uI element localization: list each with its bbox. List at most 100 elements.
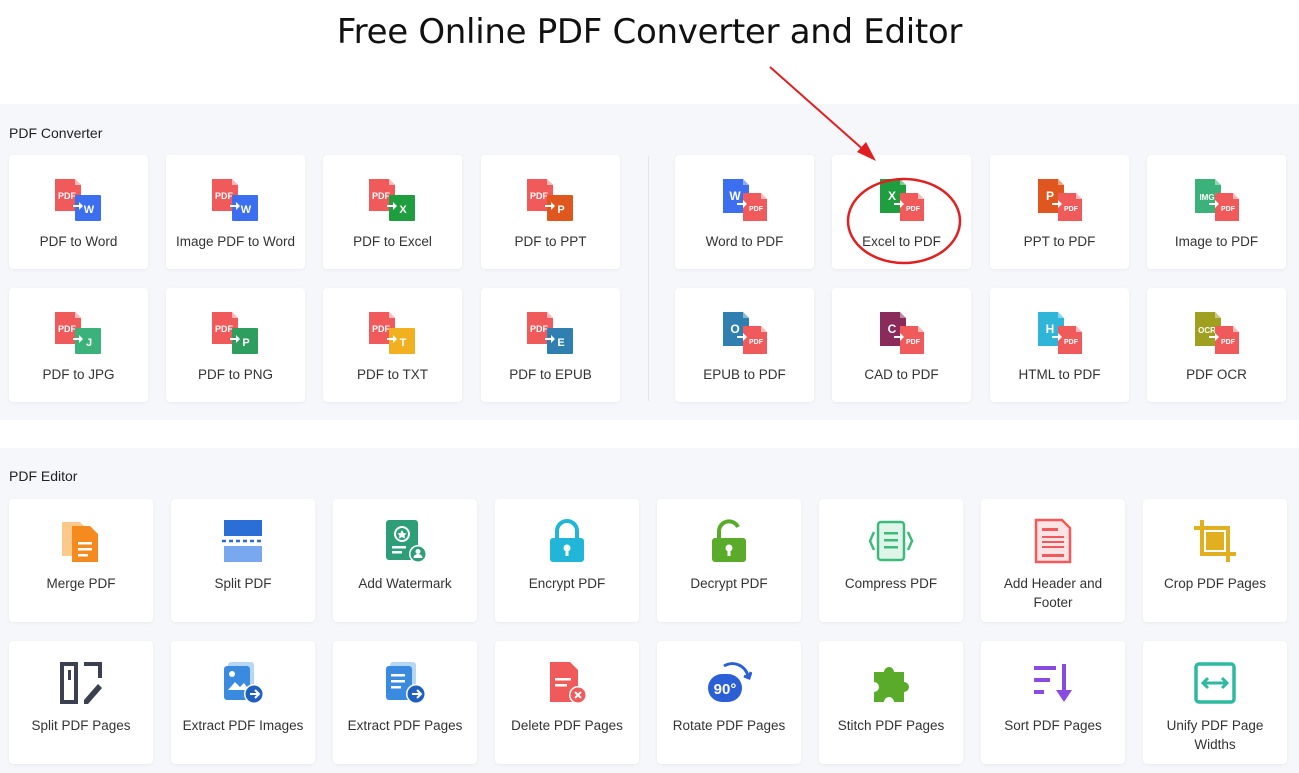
tool-label: PDF to Word	[39, 234, 118, 249]
svg-text:PDF: PDF	[372, 324, 391, 334]
tool-card[interactable]: C PDF CAD to PDF	[832, 288, 971, 402]
unlock-icon	[706, 518, 752, 564]
svg-text:P: P	[1045, 189, 1053, 203]
tool-card[interactable]: Delete PDF Pages	[495, 641, 639, 764]
tool-card[interactable]: Compress PDF	[819, 499, 963, 622]
svg-text:PDF: PDF	[215, 324, 234, 334]
tool-card[interactable]: P PDF PPT to PDF	[990, 155, 1129, 269]
tool-label: PDF to PPT	[514, 234, 587, 249]
section-title: PDF Editor	[9, 468, 78, 484]
pdf-to-excel-icon: PDF X	[368, 179, 417, 221]
tool-label: Image PDF to Word	[175, 234, 296, 249]
tool-label: Extract PDF Pages	[347, 718, 463, 733]
tool-card[interactable]: Merge PDF	[9, 499, 153, 622]
tool-card[interactable]: PDF W PDF to Word	[9, 155, 148, 269]
svg-text:PDF: PDF	[1221, 206, 1236, 213]
tool-label: Crop PDF Pages	[1163, 576, 1267, 591]
pdf-to-jpg-icon: PDF J	[54, 312, 103, 354]
tool-card[interactable]: PDF W Image PDF to Word	[166, 155, 305, 269]
pdf-to-txt-icon: PDF T	[368, 312, 417, 354]
ppt-to-pdf-icon: P PDF	[1036, 179, 1084, 221]
tool-label: Split PDF Pages	[31, 718, 131, 733]
tool-card[interactable]: Add Header and Footer	[981, 499, 1125, 622]
tool-label: Excel to PDF	[862, 234, 941, 249]
tool-card[interactable]: Sort PDF Pages	[981, 641, 1125, 764]
tool-card[interactable]: 90° Rotate PDF Pages	[657, 641, 801, 764]
tool-card[interactable]: PDF X PDF to Excel	[323, 155, 462, 269]
svg-text:PDF: PDF	[906, 206, 921, 213]
compress-icon	[868, 518, 914, 564]
tool-label: HTML to PDF	[1018, 367, 1101, 382]
tool-label: Delete PDF Pages	[511, 718, 623, 733]
tool-card[interactable]: Add Watermark	[333, 499, 477, 622]
header-footer-icon	[1030, 518, 1076, 564]
tool-card[interactable]: Unify PDF Page Widths	[1143, 641, 1287, 764]
image-pdf-to-word-icon: PDF W	[211, 179, 260, 221]
svg-text:T: T	[399, 337, 406, 349]
svg-text:PDF: PDF	[215, 191, 234, 201]
pdf-to-ppt-icon: PDF P	[526, 179, 575, 221]
svg-text:H: H	[1045, 322, 1054, 336]
tool-label: PDF to JPG	[42, 367, 115, 382]
svg-text:PDF: PDF	[372, 191, 391, 201]
svg-text:PDF: PDF	[58, 324, 77, 334]
svg-text:OCR: OCR	[1198, 326, 1216, 335]
svg-text:PDF: PDF	[1064, 206, 1079, 213]
extract-images-icon	[220, 660, 266, 706]
tool-card[interactable]: PDF P PDF to PNG	[166, 288, 305, 402]
image-to-pdf-icon: IMG PDF	[1193, 179, 1241, 221]
svg-text:X: X	[887, 189, 895, 203]
svg-text:J: J	[85, 337, 91, 349]
svg-text:O: O	[730, 322, 739, 336]
html-to-pdf-icon: H PDF	[1036, 312, 1084, 354]
tool-label: PDF to TXT	[356, 367, 428, 382]
tool-card[interactable]: Stitch PDF Pages	[819, 641, 963, 764]
tool-label: Add Watermark	[358, 576, 452, 591]
svg-text:PDF: PDF	[906, 339, 921, 346]
tool-label: Sort PDF Pages	[1004, 718, 1102, 733]
sort-icon	[1030, 660, 1076, 706]
tool-card[interactable]: Extract PDF Pages	[333, 641, 477, 764]
tool-card[interactable]: PDF J PDF to JPG	[9, 288, 148, 402]
tool-label: PDF to PNG	[197, 367, 273, 382]
epub-to-pdf-icon: O PDF	[721, 312, 769, 354]
tool-card[interactable]: Decrypt PDF	[657, 499, 801, 622]
svg-text:PDF: PDF	[749, 206, 764, 213]
tool-card[interactable]: Encrypt PDF	[495, 499, 639, 622]
svg-text:P: P	[242, 337, 249, 349]
tool-label: Rotate PDF Pages	[672, 718, 786, 733]
pdf-to-epub-icon: PDF E	[526, 312, 575, 354]
tool-card[interactable]: Extract PDF Images	[171, 641, 315, 764]
tool-label: Compress PDF	[844, 576, 938, 591]
tool-label: PPT to PDF	[1023, 234, 1096, 249]
svg-text:PDF: PDF	[58, 191, 77, 201]
svg-text:W: W	[83, 204, 94, 216]
delete-pages-icon	[544, 660, 590, 706]
tool-card[interactable]: PDF T PDF to TXT	[323, 288, 462, 402]
tool-card[interactable]: Split PDF	[171, 499, 315, 622]
tool-card[interactable]: Split PDF Pages	[9, 641, 153, 764]
pdf-converter-section: PDF Converter PDF W PDF to Word PDF W Im…	[0, 104, 1299, 420]
tool-label: CAD to PDF	[864, 367, 939, 382]
tool-card[interactable]: OCR PDF PDF OCR	[1147, 288, 1286, 402]
tool-card[interactable]: X PDF Excel to PDF	[832, 155, 971, 269]
tool-label: PDF OCR	[1186, 367, 1247, 382]
tool-card[interactable]: PDF E PDF to EPUB	[481, 288, 620, 402]
tool-label: PDF to EPUB	[509, 367, 592, 382]
tool-card[interactable]: Crop PDF Pages	[1143, 499, 1287, 622]
tool-card[interactable]: PDF P PDF to PPT	[481, 155, 620, 269]
tool-label: Extract PDF Images	[182, 718, 304, 733]
tool-card[interactable]: IMG PDF Image to PDF	[1147, 155, 1286, 269]
svg-text:E: E	[557, 337, 564, 349]
tool-label: Word to PDF	[705, 234, 784, 249]
tool-label: EPUB to PDF	[703, 367, 786, 382]
tool-label: Merge PDF	[46, 576, 116, 591]
split-pages-icon	[58, 660, 104, 706]
svg-text:P: P	[557, 204, 564, 216]
tool-card[interactable]: O PDF EPUB to PDF	[675, 288, 814, 402]
tool-card[interactable]: W PDF Word to PDF	[675, 155, 814, 269]
puzzle-icon	[868, 660, 914, 706]
svg-text:PDF: PDF	[1064, 339, 1079, 346]
tool-card[interactable]: H PDF HTML to PDF	[990, 288, 1129, 402]
svg-text:PDF: PDF	[530, 324, 549, 334]
